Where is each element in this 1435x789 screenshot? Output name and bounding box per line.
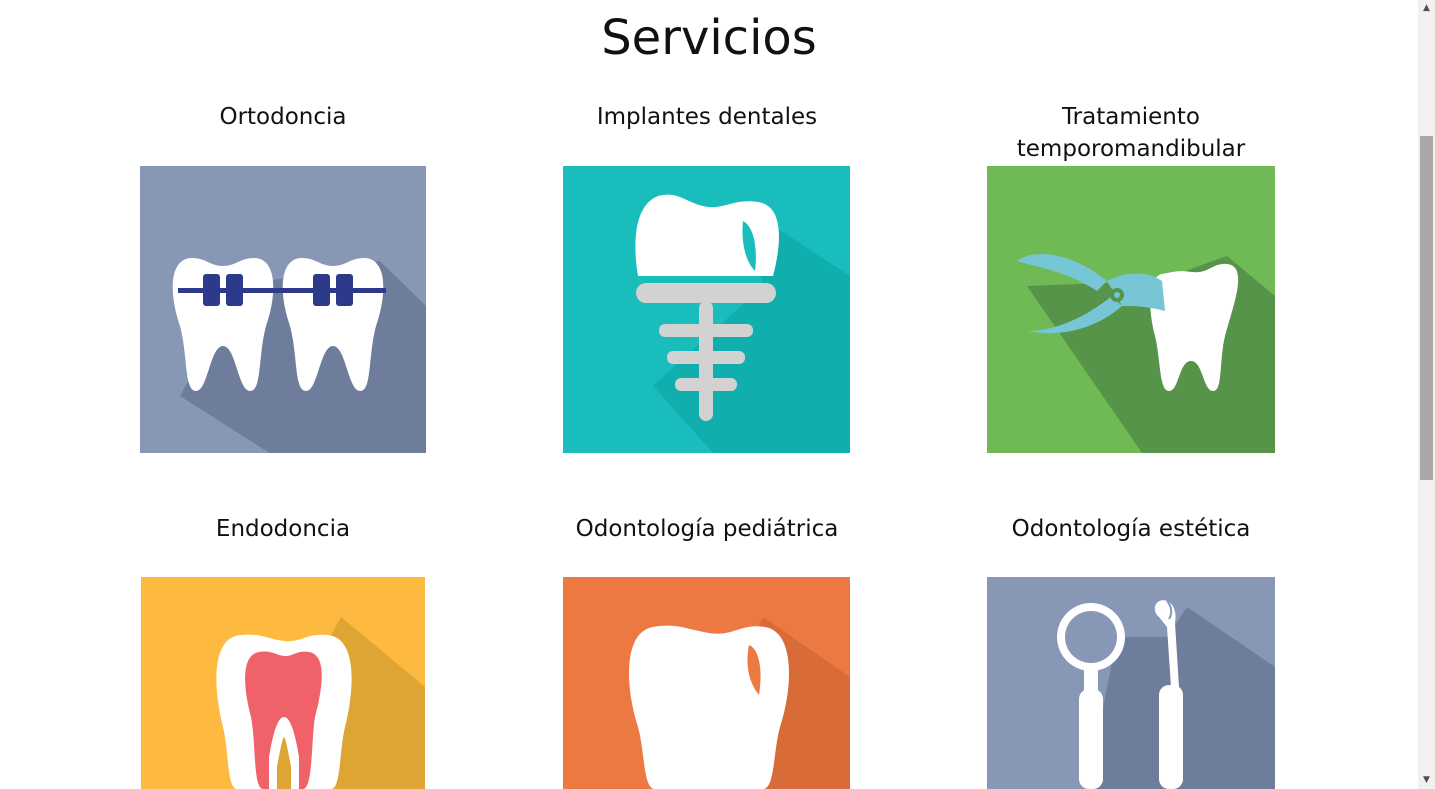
- service-title: Endodoncia: [215, 516, 351, 542]
- scroll-up-arrow-icon[interactable]: ▲: [1418, 0, 1435, 17]
- vertical-scrollbar[interactable]: ▲ ▼: [1418, 0, 1435, 789]
- service-title: Tratamiento temporomandibular: [1016, 104, 1246, 162]
- page-title: Servicios: [601, 10, 817, 66]
- braces-icon[interactable]: [140, 166, 426, 453]
- dental-tools-icon[interactable]: [987, 577, 1275, 789]
- service-title: Odontología estética: [1011, 516, 1251, 542]
- tooth-root-canal-icon[interactable]: [141, 577, 425, 789]
- service-title: Odontología pediátrica: [575, 516, 839, 542]
- service-title: Implantes dentales: [596, 104, 818, 130]
- implant-icon[interactable]: [563, 166, 850, 453]
- tooth-icon[interactable]: [563, 577, 850, 789]
- scroll-down-arrow-icon[interactable]: ▼: [1418, 772, 1435, 789]
- service-title: Ortodoncia: [219, 104, 347, 130]
- scrollbar-thumb[interactable]: [1420, 136, 1433, 480]
- extraction-forceps-icon[interactable]: [987, 166, 1275, 453]
